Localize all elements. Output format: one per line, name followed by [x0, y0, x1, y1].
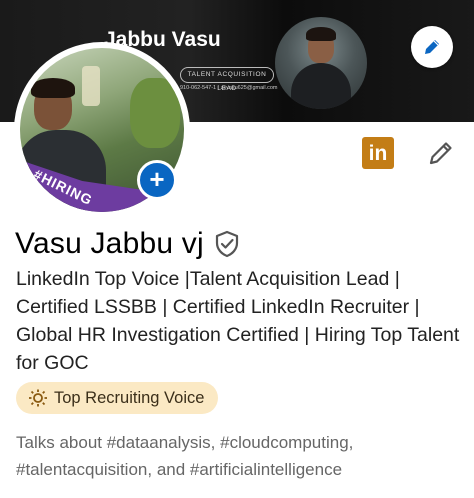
- pencil-icon: [425, 40, 439, 54]
- photo-plant: [130, 78, 180, 148]
- edit-profile-button[interactable]: [426, 138, 456, 168]
- name-row: Vasu Jabbu vj: [15, 224, 240, 264]
- banner-photo: [275, 17, 367, 109]
- photo-lamp: [82, 66, 100, 106]
- add-photo-button[interactable]: +: [137, 160, 177, 200]
- banner-photo-body: [291, 63, 351, 109]
- plus-icon: +: [149, 164, 165, 194]
- edit-banner-button[interactable]: [411, 26, 453, 68]
- top-voice-label: Top Recruiting Voice: [54, 389, 205, 407]
- banner-contact: 910-062-547-1 | zsvasu625@gmail.com: [180, 85, 278, 91]
- linkedin-icon[interactable]: in: [362, 137, 394, 169]
- top-voice-badge[interactable]: Top Recruiting Voice: [16, 382, 218, 414]
- shield-check-icon[interactable]: [214, 230, 240, 258]
- profile-name: Vasu Jabbu vj: [15, 227, 204, 260]
- banner-photo-hair: [306, 27, 336, 41]
- talks-about: Talks about #dataanalysis, #cloudcomputi…: [16, 433, 354, 479]
- banner-role: TALENT ACQUISITION LEAD: [180, 67, 274, 92]
- sun-icon: [29, 389, 47, 407]
- photo-hair: [31, 78, 75, 98]
- profile-headline: LinkedIn Top Voice |Talent Acquisition L…: [16, 268, 460, 374]
